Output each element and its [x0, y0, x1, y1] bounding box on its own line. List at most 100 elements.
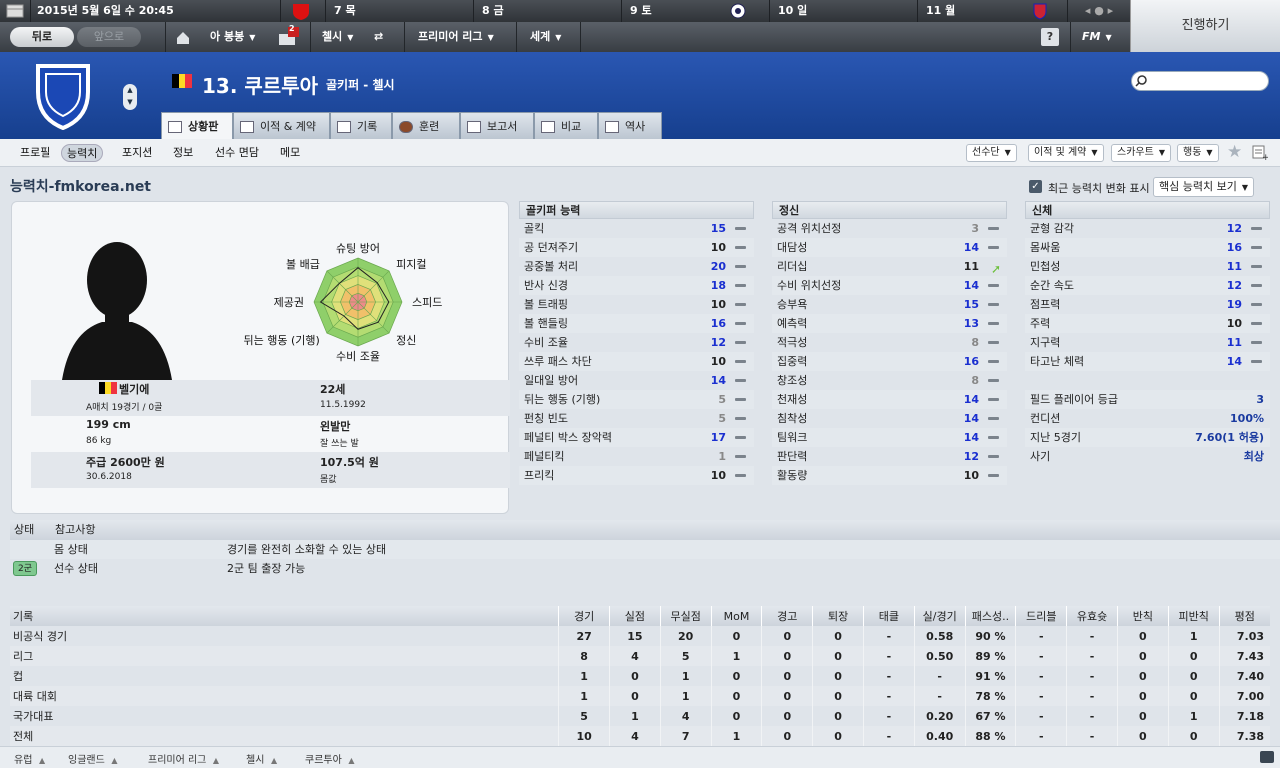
- column-header[interactable]: 무실점: [659, 606, 712, 626]
- fm-menu[interactable]: FM ▼: [1082, 22, 1112, 52]
- attribute-row[interactable]: 공 던져주기 10: [519, 238, 754, 257]
- subnav-positions[interactable]: 포지션: [117, 144, 157, 162]
- attribute-row[interactable]: 집중력 16: [772, 352, 1007, 371]
- attribute-row[interactable]: 일대일 방어 14: [519, 371, 754, 390]
- attribute-row[interactable]: 페널티 박스 장악력 17: [519, 428, 754, 447]
- tab-reports[interactable]: 보고서: [460, 112, 534, 139]
- league-menu[interactable]: 프리미어 리그 ▼: [418, 22, 494, 52]
- swap-icon[interactable]: ⇄: [374, 22, 383, 52]
- scout-dropdown[interactable]: 스카우트 ▼: [1111, 144, 1171, 162]
- tab-training[interactable]: 훈련: [392, 112, 460, 139]
- calendar-day-7[interactable]: 7 목: [325, 0, 473, 22]
- column-header[interactable]: 실/경기: [913, 606, 966, 626]
- calendar-day-8[interactable]: 8 금: [473, 0, 621, 22]
- attribute-row[interactable]: 페널티킥 1: [519, 447, 754, 466]
- tab-compare[interactable]: 비교: [534, 112, 598, 139]
- attribute-row[interactable]: 균형 감각 12: [1025, 219, 1270, 238]
- column-header[interactable]: 실점: [609, 606, 661, 626]
- breadcrumb-item[interactable]: 잉글랜드 ▲: [68, 751, 118, 766]
- attribute-row[interactable]: 민첩성 11: [1025, 257, 1270, 276]
- breadcrumb-item[interactable]: 쿠르투아 ▲: [305, 751, 355, 766]
- attribute-row[interactable]: 승부욕 15: [772, 295, 1007, 314]
- chevron-right-icon[interactable]: ▸: [1108, 4, 1114, 17]
- resize-icon[interactable]: [1260, 751, 1274, 763]
- attribute-row[interactable]: 주력 10: [1025, 314, 1270, 333]
- attribute-row[interactable]: 판단력 12: [772, 447, 1007, 466]
- attribute-row[interactable]: 볼 트래핑 10: [519, 295, 754, 314]
- show-changes-checkbox[interactable]: ✓: [1029, 180, 1042, 193]
- attribute-row[interactable]: 몸싸움 16: [1025, 238, 1270, 257]
- attribute-row[interactable]: 리더십 11 ➚: [772, 257, 1007, 276]
- attribute-row[interactable]: 수비 조율 12: [519, 333, 754, 352]
- add-note-icon[interactable]: +: [1252, 145, 1270, 164]
- forward-button[interactable]: 앞으로: [77, 27, 141, 47]
- inbox-icon[interactable]: 2: [277, 22, 301, 52]
- subnav-interaction[interactable]: 선수 면담: [210, 144, 264, 162]
- transfer-dropdown[interactable]: 이적 및 계약 ▼: [1028, 144, 1104, 162]
- column-header[interactable]: 경기: [558, 606, 610, 626]
- tab-stats[interactable]: 기록: [330, 112, 392, 139]
- attribute-row[interactable]: 침착성 14: [772, 409, 1007, 428]
- search-input[interactable]: [1131, 71, 1269, 91]
- attribute-row[interactable]: 점프력 19: [1025, 295, 1270, 314]
- calendar-icon[interactable]: [0, 0, 30, 22]
- attribute-row[interactable]: 프리킥 10: [519, 466, 754, 485]
- column-header[interactable]: 패스성..: [964, 606, 1016, 626]
- calendar-scroll-controls[interactable]: ◂ ● ▸: [1067, 0, 1130, 22]
- attribute-row[interactable]: 쓰루 패스 차단 10: [519, 352, 754, 371]
- column-header[interactable]: MoM: [710, 606, 762, 626]
- attribute-row[interactable]: 활동량 10: [772, 466, 1007, 485]
- attribute-row[interactable]: 타고난 체력 14: [1025, 352, 1270, 371]
- breadcrumb-item[interactable]: 프리미어 리그 ▲: [148, 751, 219, 766]
- star-icon[interactable]: ★: [1227, 142, 1242, 162]
- attribute-row[interactable]: 수비 위치선정 14: [772, 276, 1007, 295]
- dot-icon[interactable]: ●: [1094, 4, 1104, 17]
- home-icon[interactable]: [174, 22, 192, 52]
- attribute-row[interactable]: 순간 속도 12: [1025, 276, 1270, 295]
- attribute-row[interactable]: 공중볼 처리 20: [519, 257, 754, 276]
- attribute-row[interactable]: 적극성 8: [772, 333, 1007, 352]
- attribute-row[interactable]: 펀칭 빈도 5: [519, 409, 754, 428]
- help-button[interactable]: ?: [1041, 28, 1059, 46]
- column-header[interactable]: 태클: [862, 606, 915, 626]
- key-attributes-dropdown[interactable]: 핵심 능력치 보기 ▼: [1153, 177, 1254, 197]
- column-header[interactable]: 기록: [10, 606, 559, 626]
- attribute-row[interactable]: 예측력 13: [772, 314, 1007, 333]
- attribute-row[interactable]: 창조성 8: [772, 371, 1007, 390]
- tab-history[interactable]: 역사: [598, 112, 662, 139]
- subnav-profile[interactable]: 프로필: [15, 144, 55, 162]
- tab-overview[interactable]: 상황판: [161, 112, 233, 139]
- player-switch-stepper[interactable]: ▲ ▼: [123, 84, 137, 110]
- squad-dropdown[interactable]: 선수단 ▼: [966, 144, 1017, 162]
- world-menu[interactable]: 세계 ▼: [530, 22, 561, 52]
- column-header[interactable]: 유효슛: [1066, 606, 1118, 626]
- column-header[interactable]: 평점: [1218, 606, 1270, 626]
- column-header[interactable]: 드리블: [1015, 606, 1067, 626]
- back-button[interactable]: 뒤로: [10, 27, 74, 47]
- chevron-left-icon[interactable]: ◂: [1085, 4, 1091, 17]
- column-header[interactable]: 경고: [761, 606, 813, 626]
- tab-transfer[interactable]: 이적 & 계약: [233, 112, 330, 139]
- attribute-row[interactable]: 반사 신경 18: [519, 276, 754, 295]
- subnav-attributes[interactable]: 능력치: [61, 144, 104, 162]
- attribute-row[interactable]: 골킥 15: [519, 219, 754, 238]
- club-menu[interactable]: 첼시 ▼: [322, 22, 353, 52]
- attribute-row[interactable]: 뒤는 행동 (기행) 5: [519, 390, 754, 409]
- action-dropdown[interactable]: 행동 ▼: [1177, 144, 1219, 162]
- attribute-row[interactable]: 팀워크 14: [772, 428, 1007, 447]
- subnav-notes[interactable]: 메모: [275, 144, 305, 162]
- attribute-row[interactable]: 지구력 11: [1025, 333, 1270, 352]
- breadcrumb-item[interactable]: 유럽 ▲: [14, 751, 45, 766]
- subnav-info[interactable]: 정보: [168, 144, 198, 162]
- column-header[interactable]: 퇴장: [812, 606, 864, 626]
- proceed-button[interactable]: 진행하기: [1130, 0, 1280, 52]
- breadcrumb-item[interactable]: 첼시 ▲: [246, 751, 277, 766]
- column-header[interactable]: 피반칙: [1167, 606, 1220, 626]
- attribute-row[interactable]: 대담성 14: [772, 238, 1007, 257]
- attribute-row[interactable]: 천재성 14: [772, 390, 1007, 409]
- attribute-row[interactable]: 볼 핸들링 16: [519, 314, 754, 333]
- manager-menu[interactable]: 아 봉봉 ▼: [210, 22, 255, 52]
- column-header[interactable]: 반칙: [1116, 606, 1169, 626]
- attribute-row[interactable]: 공격 위치선정 3: [772, 219, 1007, 238]
- calendar-day-10[interactable]: 10 일: [769, 0, 917, 22]
